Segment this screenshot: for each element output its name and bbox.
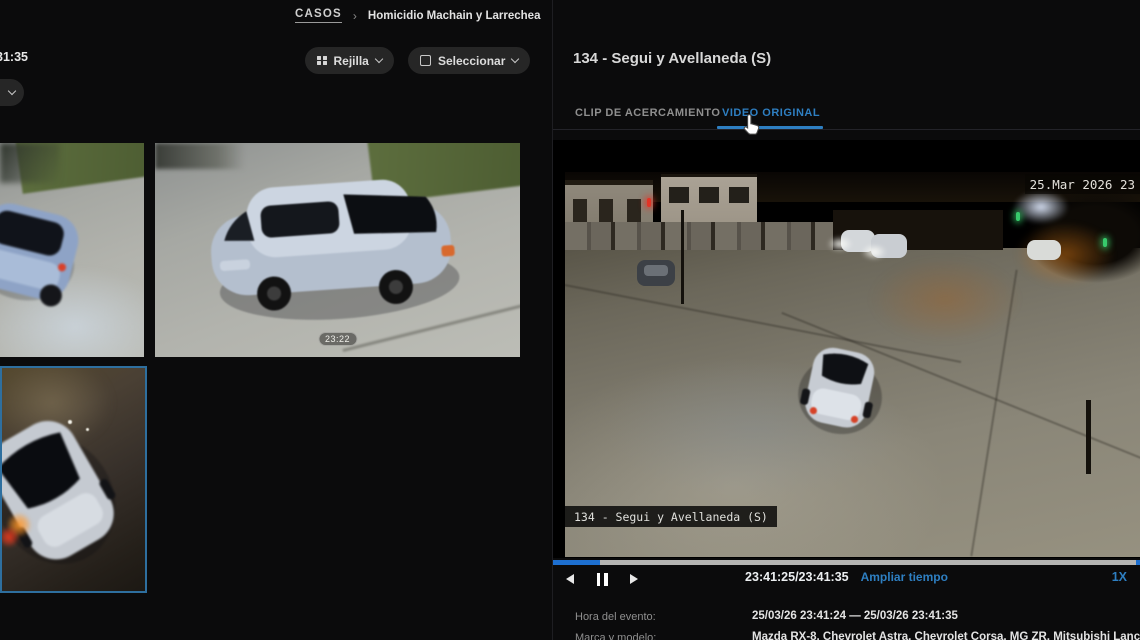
tabs-bottom-border xyxy=(553,129,1140,130)
breadcrumb-casos-link[interactable]: CASOS xyxy=(295,8,342,23)
checkbox-icon xyxy=(420,55,431,66)
grid-view-label: Rejilla xyxy=(334,54,369,68)
timeline-end-marker xyxy=(1136,560,1140,565)
scene-streetlight-glow xyxy=(870,257,1020,342)
playback-speed-button[interactable]: 1X xyxy=(1112,570,1127,584)
clipped-timestamp-text: 31:35 xyxy=(0,50,28,64)
evidence-thumbnail-2[interactable]: 23:22 xyxy=(155,143,520,357)
scene-main-car xyxy=(782,335,900,449)
video-timeline[interactable] xyxy=(553,560,1140,565)
select-button[interactable]: Seleccionar xyxy=(408,47,530,74)
expand-time-link[interactable]: Ampliar tiempo xyxy=(861,570,948,584)
breadcrumb-case-name: Homicidio Machain y Larrechea xyxy=(368,10,541,22)
scene-parked-car xyxy=(637,260,675,286)
make-model-label: Marca y modelo: xyxy=(575,632,656,640)
grid-icon xyxy=(317,56,327,66)
grid-view-button[interactable]: Rejilla xyxy=(305,47,394,74)
scene-traffic-light-green xyxy=(1103,238,1107,247)
scene-pole xyxy=(681,210,684,304)
chevron-down-icon xyxy=(511,55,519,63)
clipped-dropdown-button[interactable] xyxy=(0,79,24,106)
breadcrumb-separator-icon: › xyxy=(353,9,357,23)
tab-video-original[interactable]: VIDEO ORIGINAL xyxy=(722,107,820,119)
thumb3-taillight-glow xyxy=(0,528,18,546)
breadcrumb: CASOS › Homicidio Machain y Larrechea xyxy=(295,8,540,23)
scene-headlight-glow xyxy=(1013,190,1069,224)
make-model-value: Mazda RX-8, Chevrolet Astra, Chevrolet C… xyxy=(752,631,1140,640)
video-osd-caption: 134 - Segui y Avellaneda (S) xyxy=(565,506,777,527)
scene-headlight-glow xyxy=(861,244,887,260)
playback-time-display: 23:41:25/23:41:35 xyxy=(745,570,849,584)
app-window: CASOS › Homicidio Machain y Larrechea 31… xyxy=(0,0,1140,640)
thumb2-time-badge: 23:22 xyxy=(318,332,357,346)
evidence-thumbnail-3-selected[interactable] xyxy=(0,366,147,593)
timeline-progress-fill xyxy=(553,560,600,565)
playback-time-group: 23:41:25/23:41:35 Ampliar tiempo xyxy=(553,570,1140,584)
video-footage: 25.Mar 2026 23 134 - Segui y Avellaneda … xyxy=(565,172,1140,557)
video-osd-datetime: 25.Mar 2026 23 xyxy=(1025,174,1140,194)
scene-storefront-shutters xyxy=(565,222,833,250)
scene-pole xyxy=(1086,400,1091,474)
camera-title: 134 - Segui y Avellaneda (S) xyxy=(573,50,771,67)
scene-headlight-glow xyxy=(827,236,853,252)
thumb2-car-image xyxy=(191,147,483,346)
event-time-value: 25/03/26 23:41:24 — 25/03/26 23:41:35 xyxy=(752,610,958,622)
select-label: Seleccionar xyxy=(438,54,505,68)
chevron-down-icon xyxy=(375,55,383,63)
tab-clip-de-acercamiento[interactable]: CLIP DE ACERCAMIENTO xyxy=(575,107,720,119)
evidence-thumbnail-1[interactable] xyxy=(0,143,144,357)
chevron-down-icon xyxy=(8,87,16,95)
event-time-label: Hora del evento: xyxy=(575,611,656,623)
scene-traffic-light-green xyxy=(1016,212,1020,221)
scene-traffic-light-red xyxy=(647,198,651,207)
video-player[interactable]: 25.Mar 2026 23 134 - Segui y Avellaneda … xyxy=(553,140,1140,558)
thumb1-shadow xyxy=(0,143,60,183)
cursor-hand-icon xyxy=(741,112,763,138)
scene-car-white xyxy=(1027,240,1061,260)
